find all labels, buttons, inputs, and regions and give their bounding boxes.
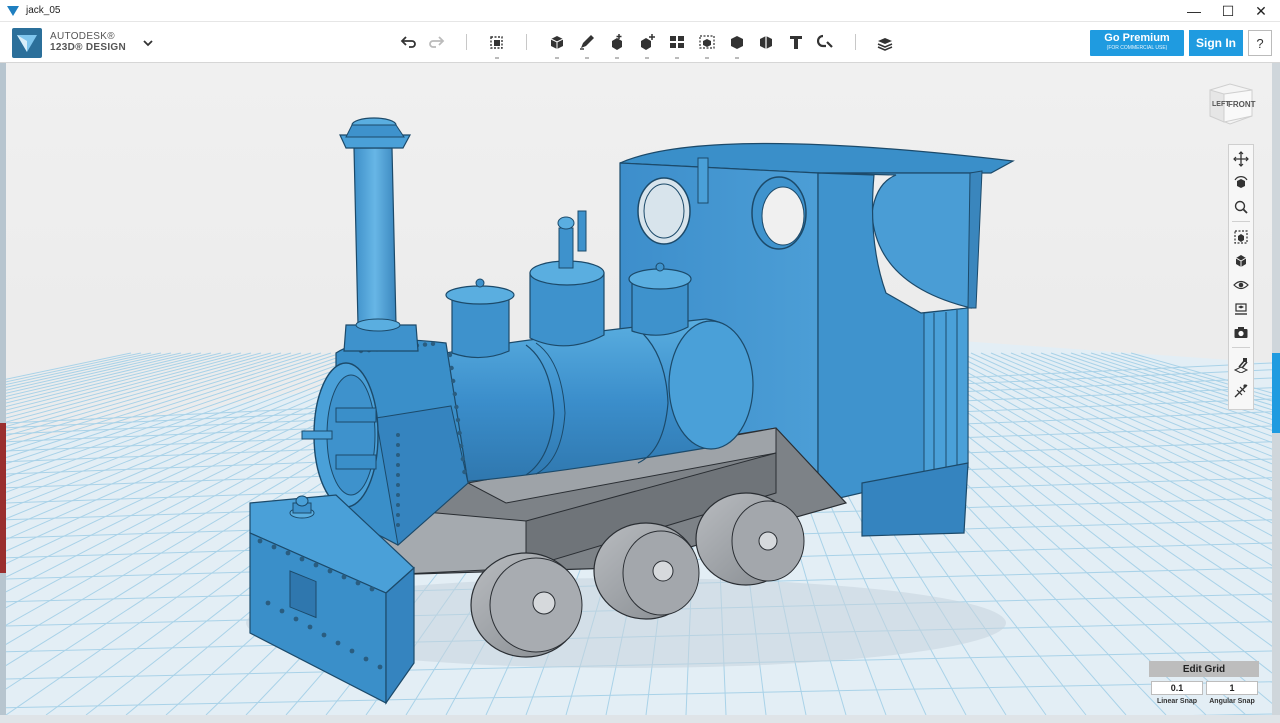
angular-snap-field[interactable]: 1 xyxy=(1206,681,1258,695)
cab-window-left xyxy=(637,177,691,245)
transform-icon xyxy=(490,36,503,49)
3d-viewport[interactable] xyxy=(6,63,1272,715)
toolbar-divider xyxy=(466,34,467,50)
app-icon xyxy=(7,6,19,16)
window-title-bar: jack_05 — ☐ ✕ xyxy=(0,0,1280,22)
dropdown-indicator xyxy=(645,57,649,59)
pan-icon xyxy=(1233,151,1249,167)
navigation-bar xyxy=(1228,144,1254,410)
dropdown-indicator xyxy=(615,57,619,59)
close-button[interactable]: ✕ xyxy=(1243,0,1279,22)
measure-button[interactable] xyxy=(755,31,777,53)
dropdown-indicator xyxy=(735,57,739,59)
group-icon xyxy=(699,35,715,49)
primitives-icon xyxy=(550,36,564,49)
minimize-button[interactable]: — xyxy=(1176,0,1212,22)
fit-icon xyxy=(1234,230,1248,244)
view-cube-front-label[interactable]: FRONT xyxy=(1228,100,1256,109)
dropdown-indicator xyxy=(675,57,679,59)
boiler-end xyxy=(668,320,754,450)
fit-button[interactable] xyxy=(1231,227,1251,247)
text-button[interactable] xyxy=(785,31,807,53)
view-icon xyxy=(1235,255,1247,267)
go-premium-label: Go Premium xyxy=(1104,32,1170,44)
snap-icon xyxy=(817,34,833,48)
panel-expand-handle[interactable] xyxy=(1272,353,1280,433)
text-icon xyxy=(790,36,802,49)
dropdown-indicator xyxy=(495,57,499,59)
linear-snap-label: Linear Snap xyxy=(1156,698,1198,705)
brand-company: AUTODESK® xyxy=(50,31,115,42)
view-cube-icon[interactable]: LEFT FRONT xyxy=(1204,80,1256,128)
modify-icon xyxy=(641,34,655,50)
go-premium-sublabel: (FOR COMMERCIAL USE) xyxy=(1106,45,1168,51)
material-button[interactable] xyxy=(874,31,896,53)
chevron-down-icon[interactable] xyxy=(141,36,155,50)
window-title: jack_05 xyxy=(26,5,61,16)
app-toolbar: AUTODESK® 123D® DESIGN Go Premium (FOR C… xyxy=(0,22,1280,63)
zoom-button[interactable] xyxy=(1231,197,1251,217)
redo-icon xyxy=(429,36,445,48)
undo-button[interactable] xyxy=(397,31,419,53)
primitives-button[interactable] xyxy=(546,31,568,59)
app-logo[interactable] xyxy=(12,28,42,58)
chimney xyxy=(339,117,419,352)
window-bottom-edge xyxy=(0,715,1280,723)
undo-icon xyxy=(400,36,416,48)
view-button[interactable] xyxy=(1231,251,1251,271)
construct-icon xyxy=(612,34,622,50)
construct-button[interactable] xyxy=(606,31,628,59)
scene-canvas[interactable] xyxy=(6,63,1272,715)
toolbar-divider xyxy=(526,34,527,50)
navbar-divider xyxy=(1232,347,1250,348)
door-handle xyxy=(301,430,333,440)
grid-toggle-button[interactable] xyxy=(1231,355,1251,375)
orbit-button[interactable] xyxy=(1231,173,1251,193)
edit-grid-button[interactable]: Edit Grid xyxy=(1149,661,1259,677)
grid-icon xyxy=(1233,358,1249,373)
modify-button[interactable] xyxy=(636,31,658,59)
orbit-icon xyxy=(1234,176,1248,188)
sketch-button[interactable] xyxy=(576,31,598,59)
linear-snap-field[interactable]: 0.1 xyxy=(1151,681,1203,695)
dropdown-indicator xyxy=(585,57,589,59)
help-button[interactable]: ? xyxy=(1248,30,1272,56)
snap-button[interactable] xyxy=(815,31,837,53)
sign-in-button[interactable]: Sign In xyxy=(1189,30,1243,56)
combine-button[interactable] xyxy=(726,31,748,59)
zoom-icon xyxy=(1234,200,1248,214)
right-panel-edge[interactable] xyxy=(1272,63,1280,723)
snap-tools-icon xyxy=(1234,384,1248,398)
combine-icon xyxy=(731,36,743,49)
angular-snap-label: Angular Snap xyxy=(1209,698,1255,705)
camera-icon xyxy=(1234,327,1248,338)
brand-product: 123D® DESIGN xyxy=(50,42,126,53)
cab-gauge xyxy=(697,157,709,204)
dropdown-indicator xyxy=(555,57,559,59)
maximize-button[interactable]: ☐ xyxy=(1210,0,1246,22)
snap-tools-button[interactable] xyxy=(1231,381,1251,401)
pan-button[interactable] xyxy=(1231,149,1251,169)
navbar-divider xyxy=(1232,221,1250,222)
redo-button[interactable] xyxy=(426,31,448,53)
materials-button[interactable] xyxy=(1231,299,1251,319)
material-icon xyxy=(877,38,893,51)
screenshot-button[interactable] xyxy=(1231,323,1251,343)
sketch-icon xyxy=(580,35,594,50)
view-cube[interactable]: LEFT FRONT xyxy=(1204,80,1256,128)
go-premium-button[interactable]: Go Premium (FOR COMMERCIAL USE) xyxy=(1090,30,1184,56)
group-button[interactable] xyxy=(696,31,718,59)
dropdown-indicator xyxy=(705,57,709,59)
toolbar-divider xyxy=(855,34,856,50)
visibility-icon xyxy=(1233,280,1249,290)
pattern-icon xyxy=(670,36,684,48)
visibility-button[interactable] xyxy=(1231,275,1251,295)
pattern-button[interactable] xyxy=(666,31,688,59)
grid-panel: Edit Grid 0.1 1 Linear Snap Angular Snap xyxy=(1149,661,1259,709)
transform-button[interactable] xyxy=(486,31,508,59)
materials-icon xyxy=(1235,303,1247,315)
measure-icon xyxy=(760,36,772,49)
